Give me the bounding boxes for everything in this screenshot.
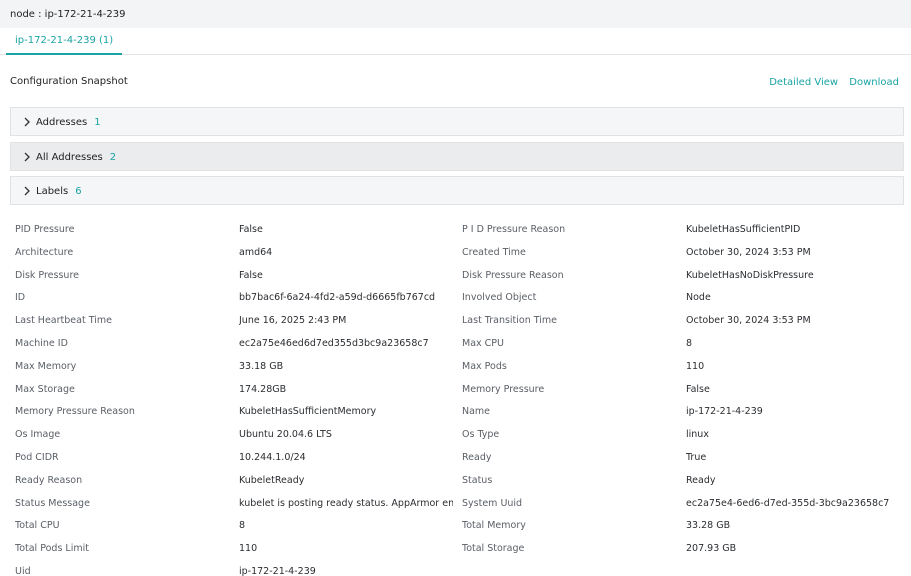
property-value: KubeletHasSufficientPID: [686, 224, 801, 235]
property-key: PID Pressure: [15, 224, 75, 235]
property-key: Last Heartbeat Time: [15, 315, 112, 327]
property-key: Total Pods Limit: [15, 543, 89, 555]
property-value: False: [239, 224, 263, 235]
property-key: Total Storage: [462, 543, 525, 555]
property-value: bb7bac6f-6a24-4fd2-a59d-d6665fb767cd: [239, 292, 436, 304]
property-value: KubeletReady: [239, 474, 305, 486]
property-row: Ready Reason KubeletReady Status Ready: [15, 469, 905, 492]
property-row: ID bb7bac6f-6a24-4fd2-a59d-d6665fb767cd In…: [15, 286, 905, 309]
property-value: amd64: [239, 246, 273, 258]
property-row: Max Storage 174.28GB Memory Pressure False: [15, 378, 905, 401]
tab-bar: ip-172-21-4-239 (1): [0, 28, 911, 55]
accordion-label: Addresses 1: [36, 117, 101, 128]
properties-grid: PID Pressure False P I D Pressure Reason Ku…: [15, 218, 905, 576]
property-value: KubeletHasSufficientMemory: [239, 406, 377, 418]
property-key: Status: [462, 474, 493, 486]
property-value: ec2a75e46ed6d7ed355d3bc9a23658c7: [239, 337, 429, 349]
property-row: Max Memory 33.18 GB Max Pods 110: [15, 355, 905, 378]
property-value: October 30, 2024 3:53 PM: [686, 246, 811, 258]
property-key: Last Transition Time: [462, 315, 558, 327]
section-actions: Detailed View Download: [761, 77, 899, 88]
accordion-count: 1: [94, 117, 101, 128]
property-value: 110: [686, 360, 705, 372]
property-value: ip-172-21-4-239: [686, 406, 763, 418]
property-value: ip-172-21-4-239: [239, 565, 316, 576]
property-key: Uid: [15, 565, 31, 576]
tab-node[interactable]: ip-172-21-4-239 (1): [6, 28, 123, 55]
property-value: Node: [686, 292, 711, 304]
property-key: Architecture: [15, 246, 74, 258]
property-value: 8: [239, 520, 246, 532]
property-value: 33.28 GB: [686, 520, 731, 532]
property-key: Os Type: [462, 429, 500, 441]
property-row: Total CPU 8 Total Memory 33.28 GB: [15, 514, 905, 537]
property-key: Total Memory: [462, 520, 526, 532]
property-key: Machine ID: [15, 337, 68, 349]
property-key: Created Time: [462, 246, 526, 258]
property-value: 207.93 GB: [686, 543, 737, 555]
property-key: Status Message: [15, 497, 90, 509]
property-row: Uid ip-172-21-4-239: [15, 560, 905, 576]
section-title: Configuration Snapshot: [10, 76, 128, 87]
property-value: Ready: [686, 474, 716, 486]
property-value: 174.28GB: [239, 383, 287, 395]
accordion-addresses[interactable]: Addresses 1: [10, 107, 904, 136]
property-row: Os Image Ubuntu 20.04.6 LTS Os Type linux: [15, 423, 905, 446]
property-value: False: [686, 383, 710, 395]
detailed-view-link[interactable]: Detailed View: [769, 77, 838, 88]
property-key: Max Storage: [15, 383, 75, 395]
property-row: Architecture amd64 Created Time October 30,…: [15, 241, 905, 264]
property-row: Disk Pressure False Disk Pressure Reason Ku…: [15, 264, 905, 287]
property-key: Ready: [462, 451, 492, 463]
property-value: 110: [239, 543, 258, 555]
property-key: Max Pods: [462, 360, 507, 372]
property-key: Os Image: [15, 429, 61, 441]
property-row: Status Message kubelet is posting ready s…: [15, 492, 905, 515]
property-row: Memory Pressure Reason KubeletHasSufficie…: [15, 400, 905, 423]
property-row: Pod CIDR 10.244.1.0/24 Ready True: [15, 446, 905, 469]
property-row: Last Heartbeat Time June 16, 2025 2:43 PM…: [15, 309, 905, 332]
property-key: ID: [15, 292, 26, 304]
property-key: Pod CIDR: [15, 451, 59, 463]
property-value: Ubuntu 20.04.6 LTS: [239, 429, 332, 441]
property-key: Disk Pressure Reason: [462, 269, 564, 281]
property-key: Memory Pressure Reason: [15, 406, 135, 418]
chevron-right-icon: [24, 152, 30, 162]
property-key: Ready Reason: [15, 474, 83, 486]
property-key: Total CPU: [15, 520, 60, 532]
property-key: Involved Object: [462, 292, 537, 304]
accordion-all-addresses[interactable]: All Addresses 2: [10, 142, 904, 171]
property-value: KubeletHasNoDiskPressure: [686, 269, 814, 281]
download-link[interactable]: Download: [849, 77, 899, 88]
property-value: 10.244.1.0/24: [239, 451, 306, 463]
property-value: June 16, 2025 2:43 PM: [239, 315, 347, 327]
chevron-right-icon: [24, 117, 30, 127]
property-row: PID Pressure False P I D Pressure Reason Ku…: [15, 218, 905, 241]
property-key: P I D Pressure Reason: [462, 224, 566, 235]
property-key: Name: [462, 406, 491, 418]
property-value: 8: [686, 337, 693, 349]
property-key: System Uuid: [462, 497, 523, 509]
property-row: Machine ID ec2a75e46ed6d7ed355d3bc9a23658…: [15, 332, 905, 355]
property-value: 33.18 GB: [239, 360, 284, 372]
accordion-labels[interactable]: Labels 6: [10, 176, 904, 205]
property-value: False: [239, 269, 263, 281]
page-title: node : ip-172-21-4-239: [10, 9, 126, 20]
property-key: Max CPU: [462, 337, 504, 349]
accordion-label: All Addresses 2: [36, 152, 117, 163]
property-key: Disk Pressure: [15, 269, 79, 281]
accordion-count: 2: [109, 152, 117, 163]
chevron-right-icon: [24, 186, 30, 196]
property-key: Max Memory: [15, 360, 77, 372]
property-key: Memory Pressure: [462, 383, 545, 395]
property-value: October 30, 2024 3:53 PM: [686, 315, 811, 327]
property-value: ec2a75e4-6ed6-d7ed-355d-3bc9a23658c7: [686, 497, 890, 509]
accordion-label: Labels 6: [36, 186, 82, 197]
property-row: Total Pods Limit 110 Total Storage 207.93 G…: [15, 537, 905, 560]
page-header: node : ip-172-21-4-239: [0, 0, 911, 28]
property-value: linux: [686, 429, 709, 441]
accordion-count: 6: [75, 186, 82, 197]
property-value: kubelet is posting ready status. AppArmo…: [239, 497, 453, 509]
property-value: True: [686, 451, 707, 463]
